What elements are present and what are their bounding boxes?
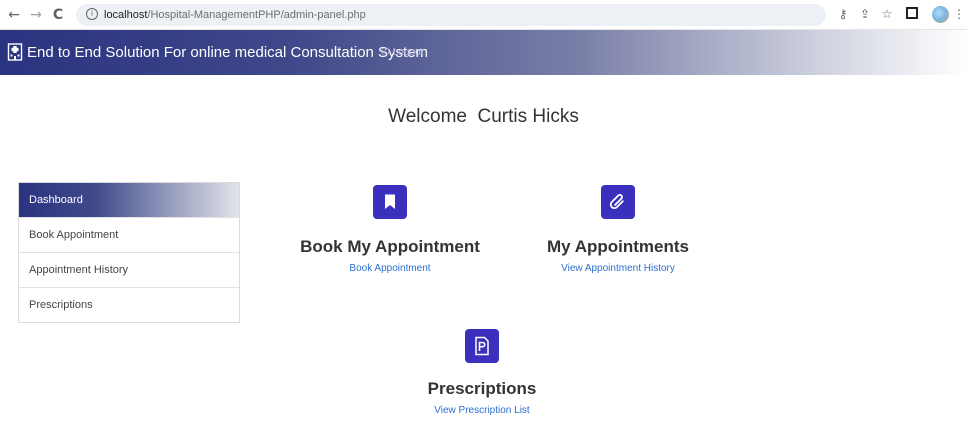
- url-path: /Hospital-ManagementPHP/admin-panel.php: [147, 9, 366, 21]
- profile-avatar[interactable]: [932, 6, 949, 23]
- url-host: localhost: [104, 9, 148, 21]
- my-appointments-title: My Appointments: [547, 237, 689, 256]
- share-icon[interactable]: ⇪: [858, 7, 872, 21]
- power-icon: ⏻: [381, 45, 390, 58]
- reload-icon[interactable]: C: [50, 6, 66, 24]
- address-bar[interactable]: i localhost/Hospital-ManagementPHP/admin…: [76, 4, 826, 26]
- sidebar-item-prescriptions[interactable]: Prescriptions: [19, 288, 239, 323]
- view-appointment-history-link[interactable]: View Appointment History: [518, 263, 718, 274]
- hospital-icon: [7, 43, 23, 61]
- prescriptions-title: Prescriptions: [427, 379, 537, 398]
- prescription-icon: [465, 329, 499, 363]
- brand[interactable]: End to End Solution For online medical C…: [7, 42, 428, 62]
- view-prescription-list-link[interactable]: View Prescription List: [382, 405, 582, 416]
- site-info-icon[interactable]: i: [86, 8, 98, 20]
- paperclip-icon: [601, 185, 635, 219]
- url-text[interactable]: localhost/Hospital-ManagementPHP/admin-p…: [104, 7, 366, 23]
- back-arrow-icon[interactable]: ←: [6, 6, 22, 24]
- bookmark-icon: [373, 185, 407, 219]
- logout-link[interactable]: ⏻ Logout: [381, 45, 423, 59]
- sidebar-item-book-appointment[interactable]: Book Appointment: [19, 218, 239, 253]
- sidebar-item-dashboard[interactable]: Dashboard: [19, 183, 239, 218]
- side-panel-icon[interactable]: [905, 7, 919, 21]
- key-icon[interactable]: ⚷: [836, 7, 850, 21]
- prescriptions-card: Prescriptions View Prescription List: [382, 329, 582, 416]
- browser-toolbar: ← → C i localhost/Hospital-ManagementPHP…: [0, 0, 967, 30]
- book-appointment-card: Book My Appointment Book Appointment: [290, 185, 490, 274]
- book-appointment-title: Book My Appointment: [300, 237, 480, 256]
- forward-arrow-icon[interactable]: →: [28, 6, 44, 24]
- sidebar-menu: Dashboard Book Appointment Appointment H…: [18, 182, 240, 323]
- kebab-menu-icon[interactable]: ⋮: [953, 7, 965, 21]
- book-appointment-link[interactable]: Book Appointment: [290, 263, 490, 274]
- brand-title: End to End Solution For online medical C…: [27, 43, 429, 61]
- logout-label: Logout: [392, 46, 424, 58]
- my-appointments-card: My Appointments View Appointment History: [518, 185, 718, 274]
- welcome-heading: Welcome Curtis Hicks: [388, 106, 579, 127]
- app-header: End to End Solution For online medical C…: [0, 30, 967, 75]
- star-icon[interactable]: ☆: [880, 7, 894, 21]
- sidebar-item-appointment-history[interactable]: Appointment History: [19, 253, 239, 288]
